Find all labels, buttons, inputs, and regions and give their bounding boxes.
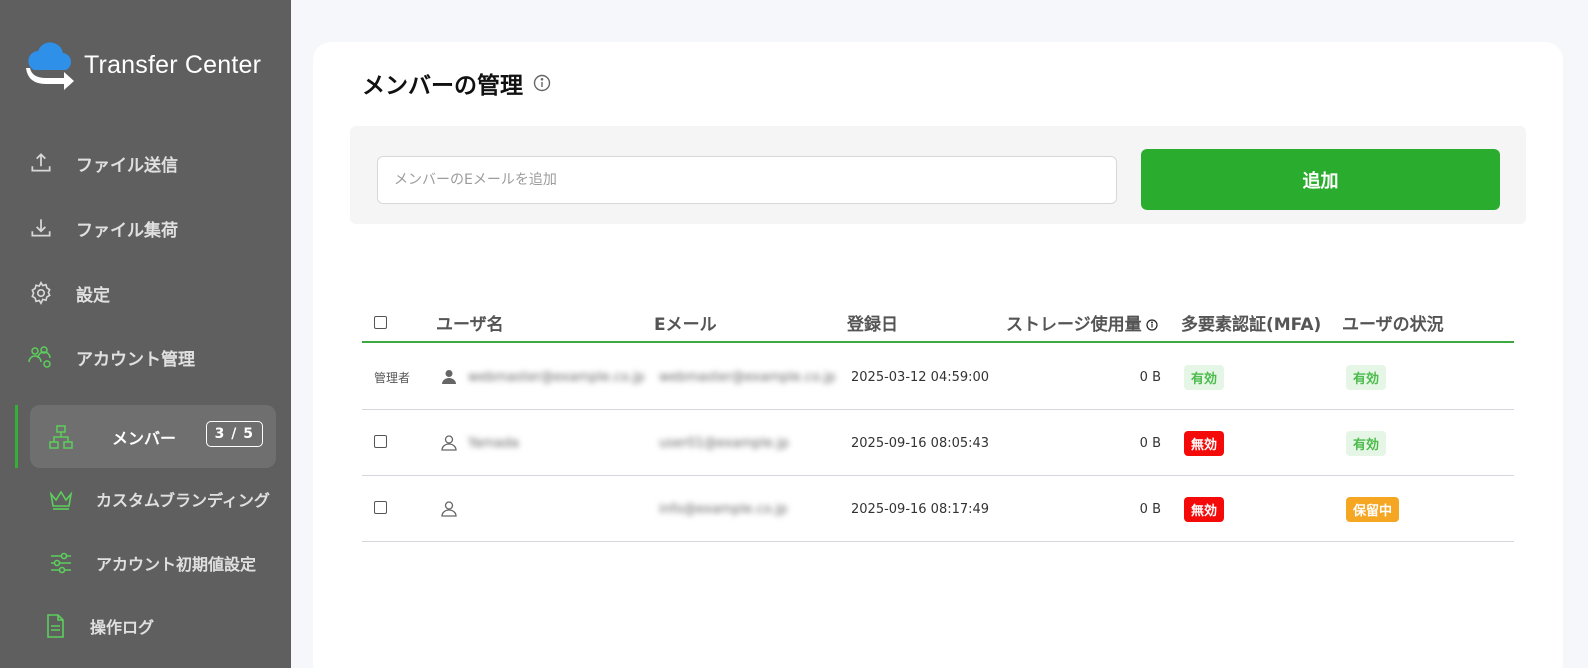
sliders-icon: [48, 550, 74, 576]
username-cell: webmaster@example.co.jp: [440, 344, 645, 410]
username-cell: Yamada: [440, 410, 519, 476]
email: info@example.co.jp: [659, 501, 788, 517]
column-registered[interactable]: 登録日: [847, 310, 898, 335]
username-cell: [440, 476, 468, 542]
page-title: メンバーの管理: [362, 66, 551, 100]
row-checkbox[interactable]: [374, 501, 387, 514]
column-email[interactable]: Eメール: [654, 310, 717, 335]
gear-icon: [28, 280, 54, 306]
download-icon: [28, 215, 54, 241]
registered-date: 2025-09-16 08:05:43: [851, 435, 990, 451]
column-status[interactable]: ユーザの状況: [1342, 310, 1444, 335]
logo-text: Transfer Center: [84, 50, 262, 79]
sidebar-item-settings[interactable]: 設定: [0, 269, 291, 317]
select-all-checkbox[interactable]: [374, 316, 387, 329]
sidebar-item-label: アカウント初期値設定: [96, 555, 257, 574]
sidebar-item-label: 設定: [76, 285, 110, 306]
sidebar-item-label: ファイル集荷: [76, 220, 178, 241]
sidebar-item-operation-log[interactable]: 操作ログ: [30, 602, 276, 650]
column-mfa[interactable]: 多要素認証(MFA): [1181, 310, 1321, 335]
user-outline-icon: [441, 435, 457, 451]
column-storage-label: ストレージ使用量: [1006, 315, 1142, 335]
users-gear-icon: [28, 344, 54, 370]
sidebar-item-custom-branding[interactable]: カスタムブランディング: [30, 475, 276, 523]
page-title-text: メンバーの管理: [362, 73, 523, 99]
storage-usage: 0 B: [1139, 501, 1161, 517]
sidebar-item-label: 操作ログ: [90, 618, 155, 637]
cloud-logo-icon: [26, 42, 74, 90]
registered-date: 2025-03-12 04:59:00: [851, 369, 990, 385]
status-badge: 保留中: [1346, 496, 1400, 522]
mfa-badge: 有効: [1184, 364, 1225, 390]
storage-usage: 0 B: [1139, 435, 1161, 451]
role-label: 管理者: [374, 370, 411, 385]
member-count-badge: 3 / 5: [205, 421, 263, 447]
add-button[interactable]: 追加: [1141, 149, 1500, 210]
active-indicator: [15, 405, 18, 468]
document-icon: [42, 613, 68, 639]
table-row[interactable]: info@example.co.jp 2025-09-16 08:17:49 0…: [362, 476, 1514, 542]
info-icon[interactable]: [533, 74, 551, 92]
sidebar-item-account[interactable]: アカウント管理: [0, 333, 291, 381]
org-chart-icon: [48, 424, 74, 450]
table-row[interactable]: Yamada user01@example.jp 2025-09-16 08:0…: [362, 410, 1514, 476]
info-icon[interactable]: [1146, 319, 1158, 331]
logo[interactable]: Transfer Center: [24, 40, 261, 90]
email: user01@example.jp: [659, 435, 789, 451]
column-storage[interactable]: ストレージ使用量: [1006, 310, 1158, 335]
registered-date: 2025-09-16 08:17:49: [851, 501, 990, 517]
sidebar-item-label: メンバー: [112, 428, 177, 448]
column-username[interactable]: ユーザ名: [436, 310, 504, 335]
sidebar-item-label: ファイル送信: [76, 155, 178, 176]
table-header: ユーザ名 Eメール 登録日 ストレージ使用量 多要素認証(MFA) ユーザの状況: [362, 300, 1514, 343]
status-badge: 有効: [1346, 364, 1387, 390]
sidebar-item-label: カスタムブランディング: [96, 491, 270, 510]
mfa-badge: 無効: [1184, 496, 1225, 522]
sidebar-item-label: アカウント管理: [76, 349, 195, 370]
storage-usage: 0 B: [1139, 369, 1161, 385]
row-checkbox[interactable]: [374, 435, 387, 448]
crown-icon: [48, 486, 74, 512]
member-email-input[interactable]: [377, 156, 1117, 204]
status-badge: 有効: [1346, 430, 1387, 456]
user-outline-icon: [441, 501, 457, 517]
sidebar: Transfer Center ファイル送信 ファイル集荷 設定 アカウント管理…: [0, 0, 291, 668]
user-filled-icon: [442, 370, 456, 384]
mfa-badge: 無効: [1184, 430, 1225, 456]
username: Yamada: [468, 435, 519, 451]
sidebar-item-account-defaults[interactable]: アカウント初期値設定: [30, 539, 276, 587]
table-row[interactable]: 管理者 webmaster@example.co.jp webmaster@ex…: [362, 344, 1514, 410]
upload-icon: [28, 150, 54, 176]
sidebar-item-file-send[interactable]: ファイル送信: [0, 139, 291, 187]
email: webmaster@example.co.jp: [659, 369, 836, 385]
username: webmaster@example.co.jp: [468, 369, 645, 385]
sidebar-item-members[interactable]: メンバー 3 / 5: [30, 405, 276, 468]
sidebar-item-file-collect[interactable]: ファイル集荷: [0, 204, 291, 252]
